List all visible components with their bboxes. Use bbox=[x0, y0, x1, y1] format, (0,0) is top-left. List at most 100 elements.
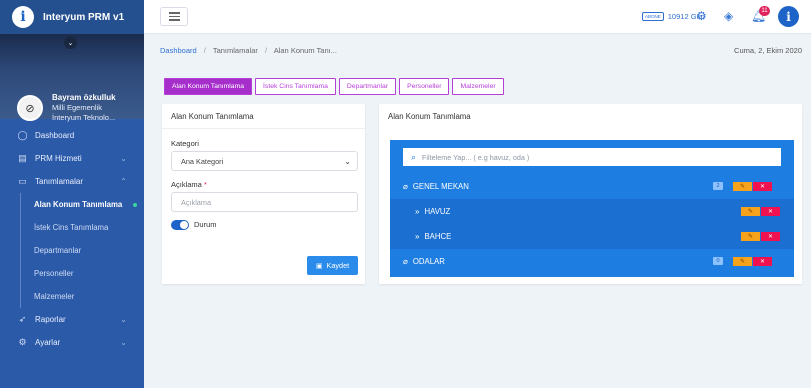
breadcrumb-separator: / bbox=[203, 46, 206, 55]
description-label-text: Açıklama bbox=[171, 180, 202, 189]
child-count-badge: 0 bbox=[713, 257, 723, 265]
sidebar-item-tanimlamalar[interactable]: ▭ Tanımlamalar ⌃ bbox=[0, 170, 144, 193]
brand[interactable]: i Interyum PRM v1 bbox=[0, 0, 144, 34]
tab-personeller[interactable]: Personeller bbox=[399, 78, 450, 95]
description-placeholder: Açıklama bbox=[181, 197, 212, 207]
tree-row[interactable]: ⌀ ODALAR 0 ✎ ✕ bbox=[390, 249, 794, 274]
child-count-badge: 2 bbox=[713, 182, 723, 190]
chevron-down-icon: ⌄ bbox=[120, 315, 127, 324]
sidebar-nav: ◯ Dashboard ▤ PRM Hizmeti ⌄ ▭ Tanımlamal… bbox=[0, 124, 144, 354]
delete-button[interactable]: ✕ bbox=[753, 257, 772, 266]
profile-name: Bayram özkulluk bbox=[52, 93, 116, 102]
sidebar-subitem-departmanlar[interactable]: Departmanlar bbox=[0, 239, 144, 262]
tab-alan-konum[interactable]: Alan Konum Tanımlama bbox=[164, 78, 253, 95]
save-icon: ▣ bbox=[315, 262, 323, 270]
app-title: Interyum PRM v1 bbox=[43, 11, 125, 23]
chevron-down-icon: ⌄ bbox=[120, 338, 127, 347]
sidebar-subitem-label: Departmanlar bbox=[34, 246, 82, 255]
menu-toggle-button[interactable] bbox=[160, 7, 188, 26]
double-chevron-right-icon: » bbox=[415, 207, 420, 216]
rocket-icon: ➶ bbox=[18, 314, 27, 324]
sidebar-item-label: Raporlar bbox=[35, 315, 66, 324]
profile-line-1: Milli Egemenlik bbox=[52, 103, 103, 112]
chevron-up-icon: ⌃ bbox=[120, 177, 127, 186]
tree-row[interactable]: » BAHCE ✎ ✕ bbox=[390, 224, 794, 249]
sidebar-item-ayarlar[interactable]: ⚙ Ayarlar ⌄ bbox=[0, 331, 144, 354]
gear-icon: ⚙ bbox=[18, 337, 27, 347]
tab-istek-cins[interactable]: İstek Cins Tanımlama bbox=[255, 78, 336, 95]
sidebar-item-dashboard[interactable]: ◯ Dashboard bbox=[0, 124, 144, 147]
sidebar-subitem-alan-konum[interactable]: Alan Konum Tanımlama bbox=[0, 193, 144, 216]
status-label: Durum bbox=[194, 220, 217, 229]
form-card-title: Alan Konum Tanımlama bbox=[162, 104, 365, 129]
breadcrumb-section[interactable]: Tanımlamalar bbox=[213, 46, 258, 55]
tree-row[interactable]: » HAVUZ ✎ ✕ bbox=[390, 199, 794, 224]
edit-button[interactable]: ✎ bbox=[741, 232, 760, 241]
cube-icon[interactable]: ◈ bbox=[724, 9, 733, 23]
tree-row-label: GENEL MEKAN bbox=[412, 182, 469, 191]
edit-button[interactable]: ✎ bbox=[741, 207, 760, 216]
sidebar-subitem-personeller[interactable]: Personeller bbox=[0, 262, 144, 285]
sidebar-subitem-label: Alan Konum Tanımlama bbox=[34, 200, 123, 209]
sidebar-subitem-label: Malzemeler bbox=[34, 292, 75, 301]
double-chevron-right-icon: » bbox=[415, 232, 420, 241]
sidebar-item-raporlar[interactable]: ➶ Raporlar ⌄ bbox=[0, 308, 144, 331]
tree-card: Alan Konum Tanımlama ⌕ Filteleme Yap... … bbox=[379, 104, 802, 284]
subscription-badge: ABONE bbox=[642, 12, 664, 21]
sidebar-submenu: Alan Konum Tanımlama İstek Cins Tanımlam… bbox=[0, 193, 144, 308]
paperclip-icon: ⌀ bbox=[403, 182, 408, 191]
info-icon[interactable]: i bbox=[778, 6, 799, 27]
tree-row-label: BAHCE bbox=[424, 232, 452, 241]
tree-row[interactable]: ⌀ GENEL MEKAN 2 ✎ ✕ bbox=[390, 174, 794, 199]
delete-button[interactable]: ✕ bbox=[753, 182, 772, 191]
delete-button[interactable]: ✕ bbox=[761, 207, 780, 216]
category-label: Kategori bbox=[171, 139, 199, 148]
chevron-down-icon: ⌄ bbox=[344, 156, 351, 166]
tab-departmanlar[interactable]: Departmanlar bbox=[338, 78, 397, 95]
category-select[interactable]: Ana Kategori ⌄ bbox=[171, 151, 358, 171]
calendar-icon: ▭ bbox=[18, 176, 27, 186]
notification-count-badge: 11 bbox=[759, 6, 770, 16]
current-date: Cuma, 2, Ekim 2020 bbox=[734, 46, 802, 55]
tab-malzemeler[interactable]: Malzemeler bbox=[452, 78, 504, 95]
description-label: Açıklama * bbox=[171, 180, 207, 189]
paperclip-icon: ⌀ bbox=[403, 257, 408, 266]
gear-icon[interactable]: ⚙ bbox=[696, 9, 707, 23]
sidebar: i Interyum PRM v1 ⌄ ⊘ Bayram özkulluk Mi… bbox=[0, 0, 144, 388]
profile-panel: ⌄ ⊘ Bayram özkulluk Milli Egemenlik İnte… bbox=[0, 34, 144, 122]
chevron-down-icon: ⌄ bbox=[120, 154, 127, 163]
active-dot-icon bbox=[133, 202, 137, 207]
category-select-value: Ana Kategori bbox=[181, 156, 224, 166]
sidebar-item-label: Tanımlamalar bbox=[35, 177, 84, 186]
avatar[interactable]: ⊘ bbox=[17, 95, 43, 121]
status-toggle[interactable] bbox=[171, 220, 189, 230]
edit-button[interactable]: ✎ bbox=[733, 182, 752, 191]
sidebar-item-label: PRM Hizmeti bbox=[35, 154, 82, 163]
description-input[interactable]: Açıklama bbox=[171, 192, 358, 212]
tree-panel: ⌕ Filteleme Yap... ( e.g havuz, oda ) ⌀ … bbox=[390, 140, 794, 277]
profile-line-2: İnteryum Teknolo... bbox=[52, 113, 116, 122]
filter-input[interactable]: ⌕ Filteleme Yap... ( e.g havuz, oda ) bbox=[403, 148, 781, 166]
breadcrumb-home[interactable]: Dashboard bbox=[160, 46, 197, 55]
delete-button[interactable]: ✕ bbox=[761, 232, 780, 241]
chevron-down-icon[interactable]: ⌄ bbox=[64, 36, 77, 49]
search-icon: ⌕ bbox=[411, 151, 417, 162]
sidebar-subitem-malzemeler[interactable]: Malzemeler bbox=[0, 285, 144, 308]
sidebar-item-prm-hizmeti[interactable]: ▤ PRM Hizmeti ⌄ bbox=[0, 147, 144, 170]
tree-card-title: Alan Konum Tanımlama bbox=[388, 112, 471, 121]
tabs: Alan Konum Tanımlama İstek Cins Tanımlam… bbox=[164, 78, 504, 95]
sidebar-subitem-label: İstek Cins Tanımlama bbox=[34, 223, 109, 232]
circle-icon: ◯ bbox=[17, 130, 28, 140]
info-logo-icon: i bbox=[12, 6, 34, 28]
required-marker: * bbox=[203, 180, 207, 189]
sidebar-item-label: Dashboard bbox=[35, 131, 75, 140]
sidebar-item-label: Ayarlar bbox=[35, 338, 61, 347]
form-card: Alan Konum Tanımlama Kategori Ana Katego… bbox=[162, 104, 365, 284]
save-button[interactable]: ▣ Kaydet bbox=[307, 256, 358, 275]
edit-button[interactable]: ✎ bbox=[733, 257, 752, 266]
filter-placeholder: Filteleme Yap... ( e.g havuz, oda ) bbox=[422, 152, 530, 162]
breadcrumb: Dashboard / Tanımlamalar / Alan Konum Ta… bbox=[160, 46, 337, 55]
breadcrumb-separator: / bbox=[264, 46, 268, 55]
sidebar-subitem-istek-cins[interactable]: İstek Cins Tanımlama bbox=[0, 216, 144, 239]
table-icon: ▤ bbox=[18, 153, 27, 163]
